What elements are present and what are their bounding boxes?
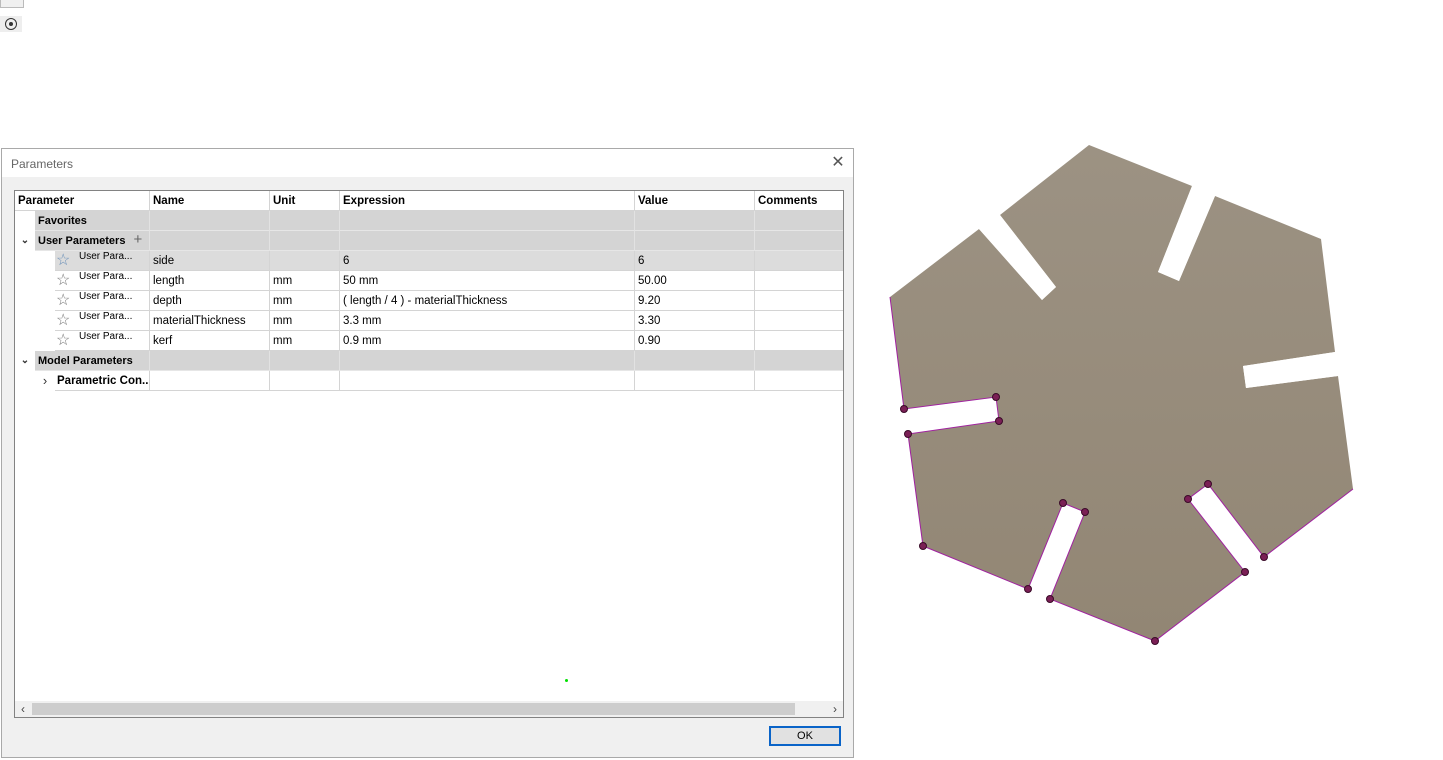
star-icon[interactable]: ☆ [56,252,70,270]
star-icon[interactable]: ☆ [56,292,70,310]
header-expression[interactable]: Expression [340,191,635,211]
param-type: User Para... [79,251,133,262]
param-value: 50.00 [635,271,755,291]
param-comment[interactable] [755,311,843,331]
hexagon-body[interactable] [890,145,1353,641]
param-type: User Para... [79,271,133,282]
param-comment[interactable] [755,251,843,271]
param-expression[interactable]: 3.3 mm [340,311,635,331]
param-name[interactable]: length [150,271,270,291]
param-comment[interactable] [755,291,843,311]
sub-group-label: Parametric Con... [55,371,150,391]
green-marker [565,679,568,682]
param-type: User Para... [79,331,133,342]
gutter [15,211,35,231]
header-value[interactable]: Value [635,191,755,211]
param-expression[interactable]: 6 [340,251,635,271]
parameters-dialog: Parameters ✕ Parameter Name Unit Express… [1,148,854,758]
table-row[interactable]: ☆ User Para... kerf mm 0.9 mm 0.90 [15,331,843,351]
group-model-parameters[interactable]: ⌄ Model Parameters [15,351,843,371]
header-comments[interactable]: Comments [755,191,843,211]
table-row[interactable]: ☆ User Para... side 6 6 [15,251,843,271]
param-unit[interactable]: mm [270,271,340,291]
group-favorites[interactable]: Favorites [15,211,843,231]
param-expression[interactable]: ( length / 4 ) - materialThickness [340,291,635,311]
gutter: ⌄ [15,351,35,371]
group-label: Model Parameters [35,351,150,371]
param-unit[interactable]: mm [270,311,340,331]
table-row[interactable]: ☆ User Para... materialThickness mm 3.3 … [15,311,843,331]
param-value: 9.20 [635,291,755,311]
scroll-right-icon[interactable]: › [827,701,843,717]
close-icon[interactable]: ✕ [829,154,847,172]
header-unit[interactable]: Unit [270,191,340,211]
param-value: 6 [635,251,755,271]
param-unit[interactable]: mm [270,331,340,351]
scroll-left-icon[interactable]: ‹ [15,701,31,717]
gutter: ⌄ [15,231,35,251]
group-label: Favorites [35,211,150,231]
group-user-parameters[interactable]: ⌄ User Parameters + [15,231,843,251]
param-unit[interactable]: mm [270,291,340,311]
dialog-titlebar: Parameters ✕ [2,149,853,177]
group-label: User Parameters + [35,231,150,251]
chevron-down-icon[interactable]: ⌄ [19,231,31,251]
header-parameter[interactable]: Parameter [15,191,150,211]
star-icon[interactable]: ☆ [56,332,70,350]
ok-button[interactable]: OK [769,726,841,746]
param-type: User Para... [79,291,133,302]
param-type: User Para... [79,311,133,322]
viewport-toggle-icon[interactable] [0,0,24,8]
user-parameters-label: User Parameters [38,235,126,247]
table-row[interactable]: ☆ User Para... depth mm ( length / 4 ) -… [15,291,843,311]
scroll-thumb[interactable] [32,703,795,715]
table-row-parametric[interactable]: › Parametric Con... [15,371,843,391]
table-row[interactable]: ☆ User Para... length mm 50 mm 50.00 [15,271,843,291]
header-name[interactable]: Name [150,191,270,211]
param-name[interactable]: materialThickness [150,311,270,331]
param-value: 0.90 [635,331,755,351]
param-comment[interactable] [755,331,843,351]
chevron-down-icon[interactable]: ⌄ [19,351,31,371]
parameters-table: Parameter Name Unit Expression Value Com… [14,190,844,718]
param-unit[interactable] [270,251,340,271]
radio-target-icon[interactable] [0,16,22,32]
param-name[interactable]: side [150,251,270,271]
param-name[interactable]: kerf [150,331,270,351]
hexagon-sketch-profile[interactable] [870,130,1370,660]
table-header: Parameter Name Unit Expression Value Com… [15,191,843,211]
param-expression[interactable]: 50 mm [340,271,635,291]
horizontal-scrollbar[interactable]: ‹ › [15,701,843,717]
star-icon[interactable]: ☆ [56,272,70,290]
param-comment[interactable] [755,271,843,291]
add-parameter-icon[interactable]: + [133,231,142,249]
param-name[interactable]: depth [150,291,270,311]
star-icon[interactable]: ☆ [56,312,70,330]
param-expression[interactable]: 0.9 mm [340,331,635,351]
param-value: 3.30 [635,311,755,331]
dialog-title: Parameters [11,157,74,171]
chevron-right-icon[interactable]: › [39,371,51,391]
